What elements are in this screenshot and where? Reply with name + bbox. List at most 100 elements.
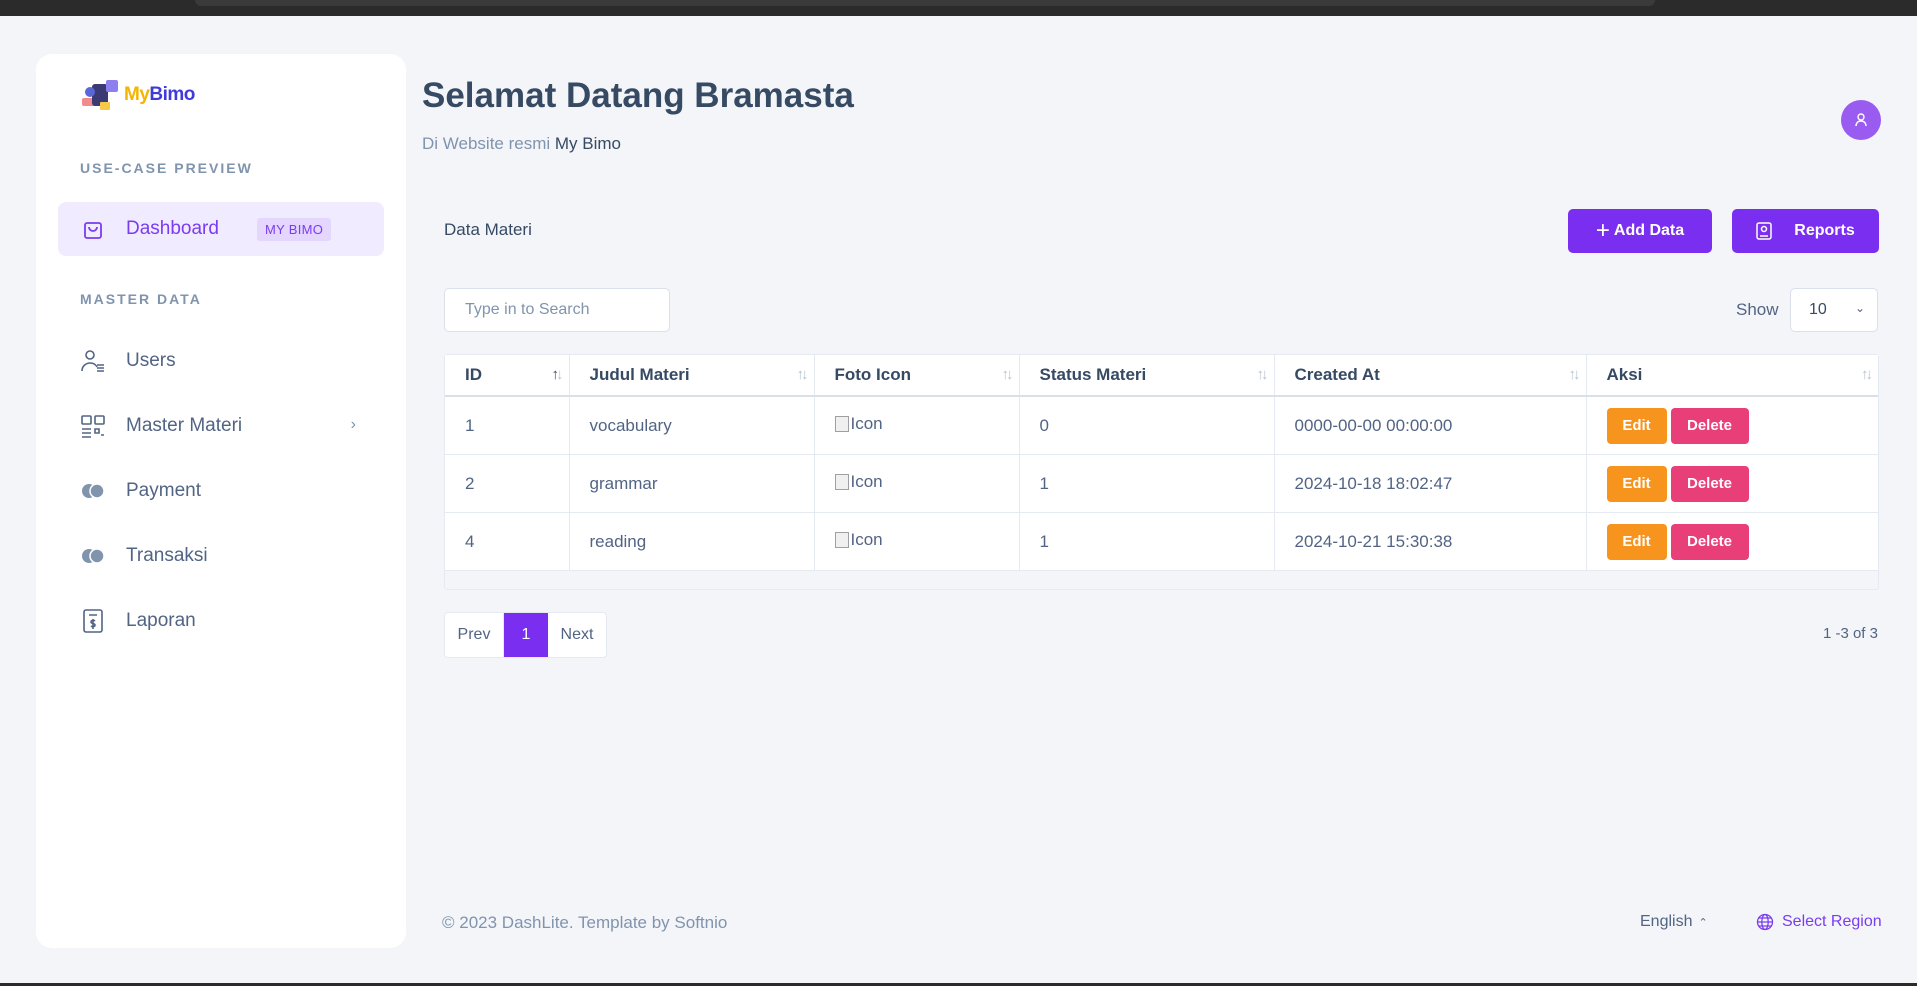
sort-icon: ↑↓: [1256, 366, 1269, 383]
page-subtitle-site: My Bimo: [554, 134, 622, 153]
reports-button[interactable]: Reports: [1732, 209, 1879, 253]
column-header-label: Created At: [1294, 365, 1380, 384]
search-input[interactable]: [444, 288, 670, 332]
shopping-bag-icon: [80, 216, 106, 242]
data-table-container: ID ↑↓ Judul Materi ↑↓ Foto Icon ↑↓ Status M…: [444, 354, 1879, 590]
cell-created: 2024-10-18 18:02:47: [1274, 454, 1587, 513]
cell-foto: Icon: [814, 512, 1020, 571]
footer-copyright: © 2023 DashLite. Template by Softnio: [442, 913, 728, 932]
brand-name-my: My: [124, 84, 150, 105]
cell-aksi: Edit Delete: [1586, 512, 1878, 571]
sidebar-item-transaksi[interactable]: Transaksi: [58, 529, 384, 583]
cell-id: 1: [445, 396, 570, 455]
page-size-select[interactable]: 10 ⌄: [1790, 288, 1878, 332]
table-row: 1 vocabulary Icon 0 0000-00-00 00:00:00 …: [445, 396, 1878, 455]
column-header-aksi[interactable]: Aksi ↑↓: [1586, 355, 1878, 397]
cell-id: 4: [445, 512, 570, 571]
page-subtitle: Di Website resmi My Bimo: [422, 134, 621, 154]
cell-id: 2: [445, 454, 570, 513]
column-header-foto[interactable]: Foto Icon ↑↓: [814, 355, 1020, 397]
users-icon: [80, 348, 106, 374]
sidebar-item-master-materi[interactable]: Master Materi ›: [58, 399, 384, 453]
section-title-use-case: USE-CASE PREVIEW: [80, 160, 253, 176]
sidebar-item-users[interactable]: Users: [58, 334, 384, 388]
grid-icon: [80, 413, 106, 439]
cell-judul: grammar: [569, 454, 815, 513]
reports-label: Reports: [1794, 222, 1855, 239]
sidebar-item-dashboard[interactable]: Dashboard MY BIMO: [58, 202, 384, 256]
sort-icon: ↑↓: [1568, 366, 1581, 383]
sidebar-item-label: Users: [126, 350, 176, 371]
cell-created: 2024-10-21 15:30:38: [1274, 512, 1587, 571]
page-1-button[interactable]: 1: [504, 613, 548, 657]
chevron-up-icon: ⌃: [1698, 916, 1708, 929]
brand-logo[interactable]: MyBimo: [80, 78, 195, 112]
cell-judul: reading: [569, 512, 815, 571]
next-page-button[interactable]: Next: [548, 613, 606, 657]
edit-button[interactable]: Edit: [1606, 523, 1667, 560]
broken-image-icon: Icon: [834, 472, 883, 492]
data-table: ID ↑↓ Judul Materi ↑↓ Foto Icon ↑↓ Status M…: [445, 355, 1878, 571]
column-header-created[interactable]: Created At ↑↓: [1274, 355, 1587, 397]
pagination-info: 1 -3 of 3: [1822, 625, 1878, 642]
add-data-button[interactable]: + Add Data: [1568, 209, 1712, 253]
show-label: Show: [1736, 300, 1779, 319]
select-region-link[interactable]: Select Region: [1756, 913, 1882, 931]
column-header-id[interactable]: ID ↑↓: [445, 355, 570, 397]
report-icon: [1756, 222, 1773, 240]
select-region-label: Select Region: [1782, 913, 1882, 930]
column-header-status[interactable]: Status Materi ↑↓: [1019, 355, 1275, 397]
sidebar-item-label: Master Materi: [126, 415, 243, 436]
report-icon: [80, 608, 106, 634]
edit-button[interactable]: Edit: [1606, 407, 1667, 444]
broken-image-icon: Icon: [834, 414, 883, 434]
image-alt-text: Icon: [850, 414, 883, 433]
sidebar-item-label: Payment: [126, 480, 201, 501]
column-header-label: Aksi: [1606, 365, 1643, 384]
delete-button[interactable]: Delete: [1670, 465, 1749, 502]
sort-icon: ↑↓: [796, 366, 809, 383]
delete-button[interactable]: Delete: [1670, 523, 1749, 560]
chevron-right-icon: ›: [350, 416, 356, 433]
sidebar-item-laporan[interactable]: Laporan: [58, 594, 384, 648]
section-title-master-data: MASTER DATA: [80, 291, 202, 307]
delete-button[interactable]: Delete: [1670, 407, 1749, 444]
sort-icon: ↑↓: [1001, 366, 1014, 383]
logo-icon: [80, 78, 122, 112]
sidebar-item-payment[interactable]: Payment: [58, 464, 384, 518]
language-label: English: [1640, 913, 1693, 930]
sidebar: MyBimo USE-CASE PREVIEW Dashboard MY BIM…: [36, 54, 406, 948]
column-header-label: ID: [465, 365, 482, 384]
edit-button[interactable]: Edit: [1606, 465, 1667, 502]
column-header-label: Status Materi: [1039, 365, 1147, 384]
sidebar-item-label: Transaksi: [126, 545, 208, 566]
chevron-down-icon: ⌄: [1854, 301, 1865, 315]
sort-icon: ↑↓: [551, 366, 564, 383]
brand-name-bimo: Bimo: [149, 84, 195, 105]
page-subtitle-prefix: Di Website resmi: [422, 134, 551, 153]
column-header-label: Judul Materi: [589, 365, 690, 384]
broken-image-icon: Icon: [834, 530, 883, 550]
sidebar-item-label: Dashboard: [126, 218, 219, 239]
language-dropdown[interactable]: English ⌃: [1640, 913, 1708, 931]
sidebar-badge: MY BIMO: [256, 217, 332, 241]
cell-aksi: Edit Delete: [1586, 454, 1878, 513]
cell-status: 0: [1019, 396, 1275, 455]
cell-status: 1: [1019, 454, 1275, 513]
page-title: Selamat Datang Bramasta: [422, 76, 854, 115]
coins-icon: [80, 478, 106, 504]
sidebar-item-label: Laporan: [126, 610, 196, 631]
prev-page-button[interactable]: Prev: [445, 613, 504, 657]
column-header-judul[interactable]: Judul Materi ↑↓: [569, 355, 815, 397]
table-header-row: ID ↑↓ Judul Materi ↑↓ Foto Icon ↑↓ Status M…: [445, 355, 1878, 397]
page-size-value: 10: [1809, 301, 1827, 318]
browser-address-bar: [195, 0, 1655, 6]
table-row: 4 reading Icon 1 2024-10-21 15:30:38 Edi…: [445, 512, 1878, 571]
user-avatar[interactable]: [1841, 100, 1881, 140]
image-alt-text: Icon: [850, 530, 883, 549]
cell-aksi: Edit Delete: [1586, 396, 1878, 455]
cell-created: 0000-00-00 00:00:00: [1274, 396, 1587, 455]
cell-status: 1: [1019, 512, 1275, 571]
add-data-label: Add Data: [1613, 222, 1685, 239]
coins-icon: [80, 543, 106, 569]
